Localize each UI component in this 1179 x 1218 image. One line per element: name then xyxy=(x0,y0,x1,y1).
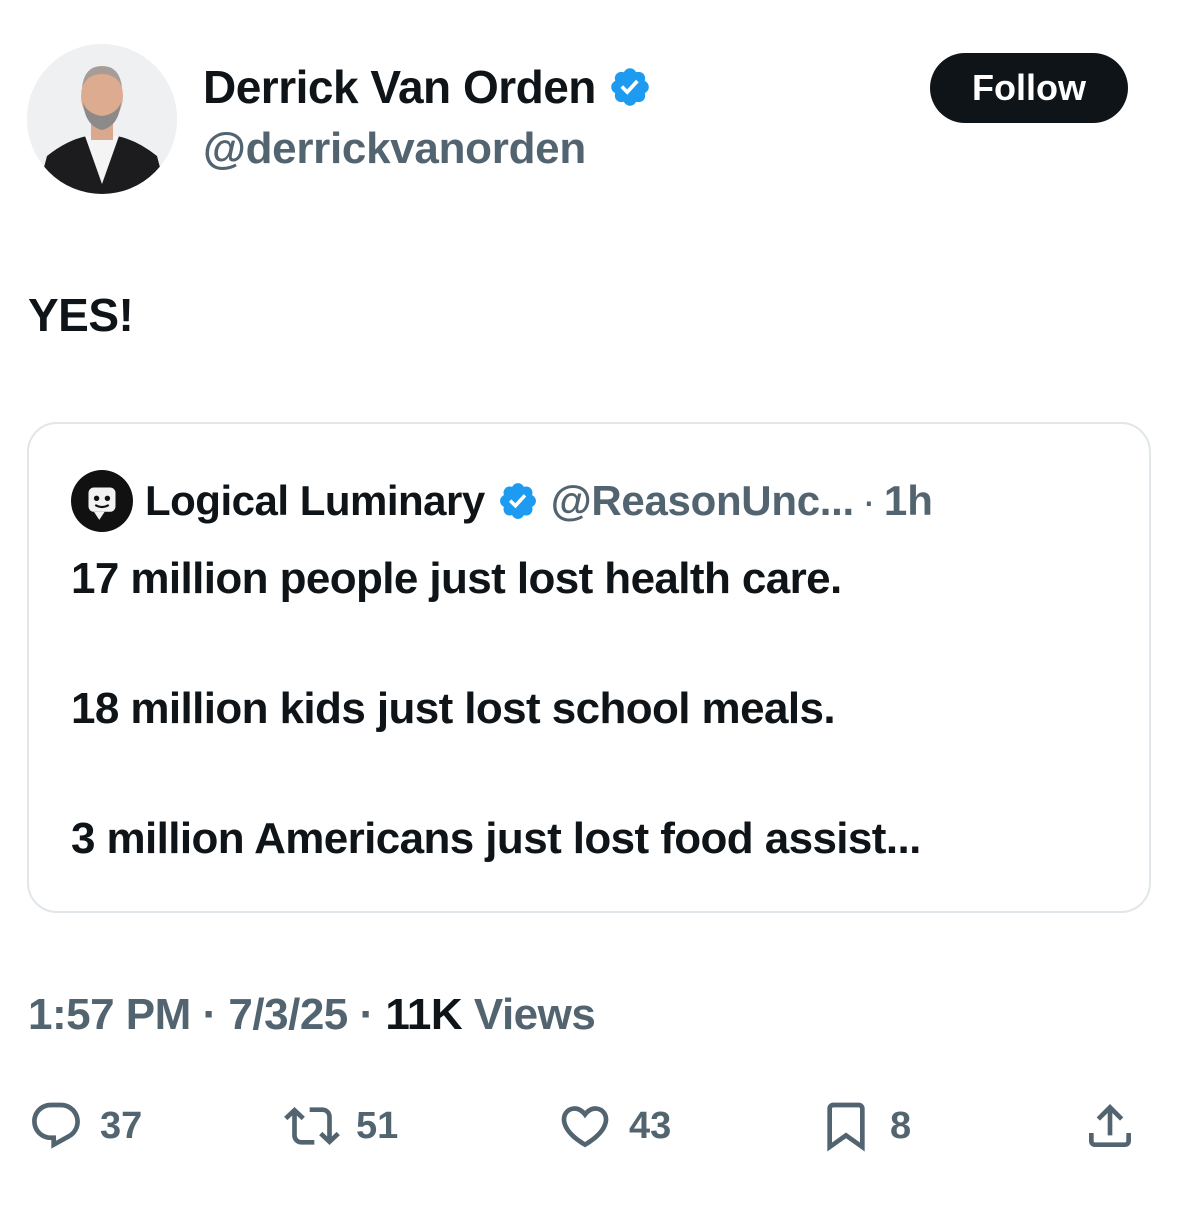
share-icon xyxy=(1089,1104,1131,1147)
quote-text-line: 17 million people just lost health care. xyxy=(71,554,842,603)
like-button[interactable]: 43 xyxy=(557,1098,671,1154)
tweet-time[interactable]: 1:57 PM xyxy=(28,990,191,1039)
quote-header: Logical Luminary @ReasonUnc... · 1h xyxy=(71,470,933,532)
repost-count: 51 xyxy=(356,1104,399,1147)
quote-separator: · xyxy=(861,477,876,524)
author-handle[interactable]: @derrickvanorden xyxy=(203,124,586,174)
quote-text-line: 18 million kids just lost school meals. xyxy=(71,684,836,733)
reply-button[interactable]: 37 xyxy=(28,1098,142,1154)
author-avatar-image xyxy=(27,44,177,194)
reply-count: 37 xyxy=(100,1104,143,1147)
share-button[interactable] xyxy=(1082,1098,1138,1154)
quote-timestamp[interactable]: 1h xyxy=(884,477,933,525)
quote-display-name[interactable]: Logical Luminary xyxy=(145,477,485,525)
repost-button[interactable]: 51 xyxy=(284,1098,398,1154)
heart-icon xyxy=(561,1106,609,1148)
tweet-meta: 1:57 PM · 7/3/25 · 11K Views xyxy=(28,990,596,1040)
quote-tweet-card[interactable]: Logical Luminary @ReasonUnc... · 1h 17 m… xyxy=(27,422,1151,913)
views-count: 11K xyxy=(385,990,474,1039)
like-count: 43 xyxy=(629,1104,672,1147)
tweet-date[interactable]: 7/3/25 xyxy=(228,990,348,1039)
verified-badge-icon xyxy=(611,68,649,106)
bookmark-button[interactable]: 8 xyxy=(818,1098,911,1154)
quote-avatar-image xyxy=(75,474,129,528)
quote-handle[interactable]: @ReasonUnc... xyxy=(551,477,854,525)
bookmark-icon xyxy=(827,1102,865,1152)
meta-separator: · xyxy=(202,990,229,1039)
reply-icon xyxy=(32,1102,80,1149)
quote-avatar[interactable] xyxy=(71,470,133,532)
views-label: Views xyxy=(473,990,596,1039)
quote-verified-badge-icon xyxy=(499,483,536,519)
quote-text-line: 3 million Americans just lost food assis… xyxy=(71,814,921,863)
author-name-row[interactable]: Derrick Van Orden xyxy=(203,60,652,114)
author-avatar[interactable] xyxy=(27,44,177,194)
author-display-name[interactable]: Derrick Van Orden xyxy=(203,60,596,114)
meta-separator: · xyxy=(359,990,386,1039)
bookmark-count: 8 xyxy=(890,1104,912,1147)
retweet-icon xyxy=(284,1107,340,1145)
tweet-text: YES! xyxy=(28,289,134,341)
follow-button[interactable]: Follow xyxy=(930,53,1128,123)
